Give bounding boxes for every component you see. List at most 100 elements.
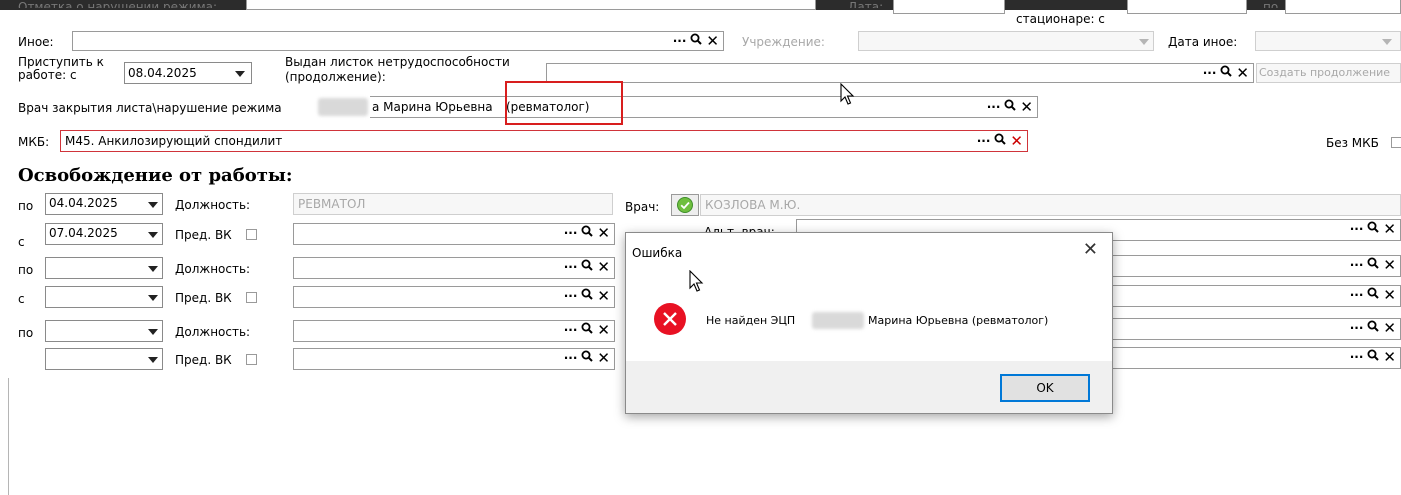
alt-doctor-field[interactable]: ··· ✕ bbox=[1100, 285, 1401, 307]
regime-label: Отметка о нарушении режима: bbox=[18, 0, 218, 8]
hospital-to-field[interactable] bbox=[1285, 0, 1401, 14]
more-icon[interactable]: ··· bbox=[564, 322, 578, 338]
release-row-date[interactable]: 07.04.2025 bbox=[45, 223, 163, 245]
clear-icon[interactable]: ✕ bbox=[706, 33, 719, 49]
release-row-date[interactable] bbox=[45, 257, 163, 279]
release-row-field[interactable]: ··· ✕ bbox=[293, 286, 615, 308]
search-icon[interactable] bbox=[581, 322, 594, 338]
search-icon[interactable] bbox=[581, 350, 594, 366]
alt-doctor-field[interactable]: ··· ✕ bbox=[1100, 318, 1401, 340]
more-icon[interactable]: ··· bbox=[1350, 257, 1364, 273]
clear-icon[interactable]: ✕ bbox=[1383, 257, 1396, 273]
search-icon[interactable] bbox=[1367, 320, 1380, 336]
search-icon[interactable] bbox=[581, 259, 594, 275]
closing-doctor-field[interactable]: а Марина Юрьевна (ревматолог) ··· ✕ bbox=[370, 96, 1038, 118]
more-icon[interactable]: ··· bbox=[1350, 221, 1364, 237]
create-continuation-button[interactable]: Создать продолжение bbox=[1256, 63, 1401, 83]
more-icon[interactable]: ··· bbox=[564, 288, 578, 304]
release-row-date[interactable] bbox=[45, 286, 163, 308]
more-icon[interactable]: ··· bbox=[1350, 287, 1364, 303]
clear-icon[interactable]: ✕ bbox=[1383, 320, 1396, 336]
no-mkb-checkbox[interactable] bbox=[1391, 137, 1401, 148]
pred-vk-checkbox[interactable] bbox=[246, 292, 257, 303]
more-icon[interactable]: ··· bbox=[977, 133, 991, 149]
institution-select[interactable] bbox=[858, 31, 1154, 51]
alt-doctor-field[interactable]: ··· ✕ bbox=[1100, 255, 1401, 277]
return-work-date[interactable]: 08.04.2025 bbox=[124, 62, 252, 84]
ok-button[interactable]: OK bbox=[1000, 374, 1090, 402]
date-field[interactable] bbox=[893, 0, 1005, 14]
dialog-message-suffix: Марина Юрьевна (ревматолог) bbox=[868, 314, 1049, 327]
continuation-label-2: (продолжение): bbox=[285, 70, 386, 84]
release-row-prefix: по bbox=[18, 326, 34, 340]
release-row-field[interactable]: ··· ✕ bbox=[293, 257, 615, 279]
search-icon[interactable] bbox=[690, 33, 703, 49]
doctor-field[interactable]: КОЗЛОВА М.Ю. bbox=[700, 194, 1401, 216]
clear-icon[interactable]: ✕ bbox=[597, 322, 610, 338]
release-row-field[interactable]: ··· ✕ bbox=[293, 320, 615, 342]
release-row-prefix: по bbox=[18, 199, 34, 213]
release-row-field-label: Пред. ВК bbox=[175, 228, 232, 242]
hospital-to-label: по bbox=[1263, 0, 1279, 8]
more-icon[interactable]: ··· bbox=[1203, 65, 1217, 81]
clear-icon[interactable]: ✕ bbox=[597, 259, 610, 275]
release-row-field[interactable]: ··· ✕ bbox=[293, 348, 615, 370]
closing-doctor-label: Врач закрытия листа\нарушение режима bbox=[18, 101, 282, 115]
release-row-field-label: Пред. ВК bbox=[175, 353, 232, 367]
more-icon[interactable]: ··· bbox=[564, 225, 578, 241]
signature-button[interactable] bbox=[671, 194, 699, 216]
search-icon[interactable] bbox=[1220, 65, 1233, 81]
search-icon[interactable] bbox=[1004, 99, 1017, 115]
release-row-date[interactable] bbox=[45, 348, 163, 370]
institution-label: Учреждение: bbox=[742, 35, 825, 49]
more-icon[interactable]: ··· bbox=[987, 99, 1001, 115]
release-row-prefix: по bbox=[18, 263, 34, 277]
clear-icon[interactable]: ✕ bbox=[597, 350, 610, 366]
error-dialog: Ошибка ✕ Не найден ЭЦП Марина Юрьевна (р… bbox=[625, 232, 1113, 414]
search-icon[interactable] bbox=[1367, 349, 1380, 365]
redacted-surname bbox=[812, 312, 864, 329]
close-icon[interactable]: ✕ bbox=[1083, 240, 1098, 260]
closing-doctor-name: а Марина Юрьевна bbox=[372, 100, 493, 114]
search-icon[interactable] bbox=[581, 225, 594, 241]
release-row-date[interactable] bbox=[45, 320, 163, 342]
clear-icon[interactable]: ✕ bbox=[1236, 65, 1249, 81]
dialog-title: Ошибка bbox=[632, 246, 683, 260]
release-row-field-label: Должность: bbox=[175, 325, 251, 339]
more-icon[interactable]: ··· bbox=[1350, 349, 1364, 365]
search-icon[interactable] bbox=[994, 133, 1007, 149]
regime-field[interactable] bbox=[246, 0, 816, 10]
release-row-field[interactable]: ··· ✕ bbox=[293, 223, 615, 245]
dialog-message-prefix: Не найден ЭЦП bbox=[706, 314, 796, 327]
more-icon[interactable]: ··· bbox=[673, 33, 687, 49]
more-icon[interactable]: ··· bbox=[1350, 320, 1364, 336]
more-icon[interactable]: ··· bbox=[564, 350, 578, 366]
redacted-surname bbox=[318, 98, 368, 116]
mkb-label: МКБ: bbox=[18, 135, 50, 149]
clear-icon[interactable]: ✕ bbox=[1383, 221, 1396, 237]
search-icon[interactable] bbox=[1367, 287, 1380, 303]
continuation-field[interactable]: ··· ✕ bbox=[546, 63, 1254, 83]
clear-icon[interactable]: ✕ bbox=[1383, 287, 1396, 303]
other-field[interactable]: ··· ✕ bbox=[72, 31, 724, 51]
clear-icon[interactable]: ✕ bbox=[597, 288, 610, 304]
alt-doctor-field[interactable]: ··· ✕ bbox=[1100, 347, 1401, 369]
error-icon bbox=[654, 303, 686, 335]
search-icon[interactable] bbox=[581, 288, 594, 304]
search-icon[interactable] bbox=[1367, 257, 1380, 273]
hospital-from-field[interactable] bbox=[1127, 0, 1247, 14]
pred-vk-checkbox[interactable] bbox=[246, 354, 257, 365]
clear-icon[interactable]: ✕ bbox=[1383, 349, 1396, 365]
search-icon[interactable] bbox=[1367, 221, 1380, 237]
clear-icon[interactable]: ✕ bbox=[597, 225, 610, 241]
position-field[interactable]: РЕВМАТОЛ bbox=[293, 193, 613, 215]
pred-vk-checkbox[interactable] bbox=[246, 229, 257, 240]
clear-icon[interactable]: ✕ bbox=[1020, 99, 1033, 115]
release-heading: Освобождение от работы: bbox=[18, 165, 293, 186]
more-icon[interactable]: ··· bbox=[564, 259, 578, 275]
mkb-field[interactable]: M45. Анкилозирующий спондилит ··· ✕ bbox=[60, 130, 1028, 152]
other-date-select[interactable] bbox=[1255, 31, 1401, 51]
release-row-date[interactable]: 04.04.2025 bbox=[45, 193, 163, 215]
panel-border bbox=[8, 378, 9, 495]
clear-icon[interactable]: ✕ bbox=[1010, 133, 1023, 149]
